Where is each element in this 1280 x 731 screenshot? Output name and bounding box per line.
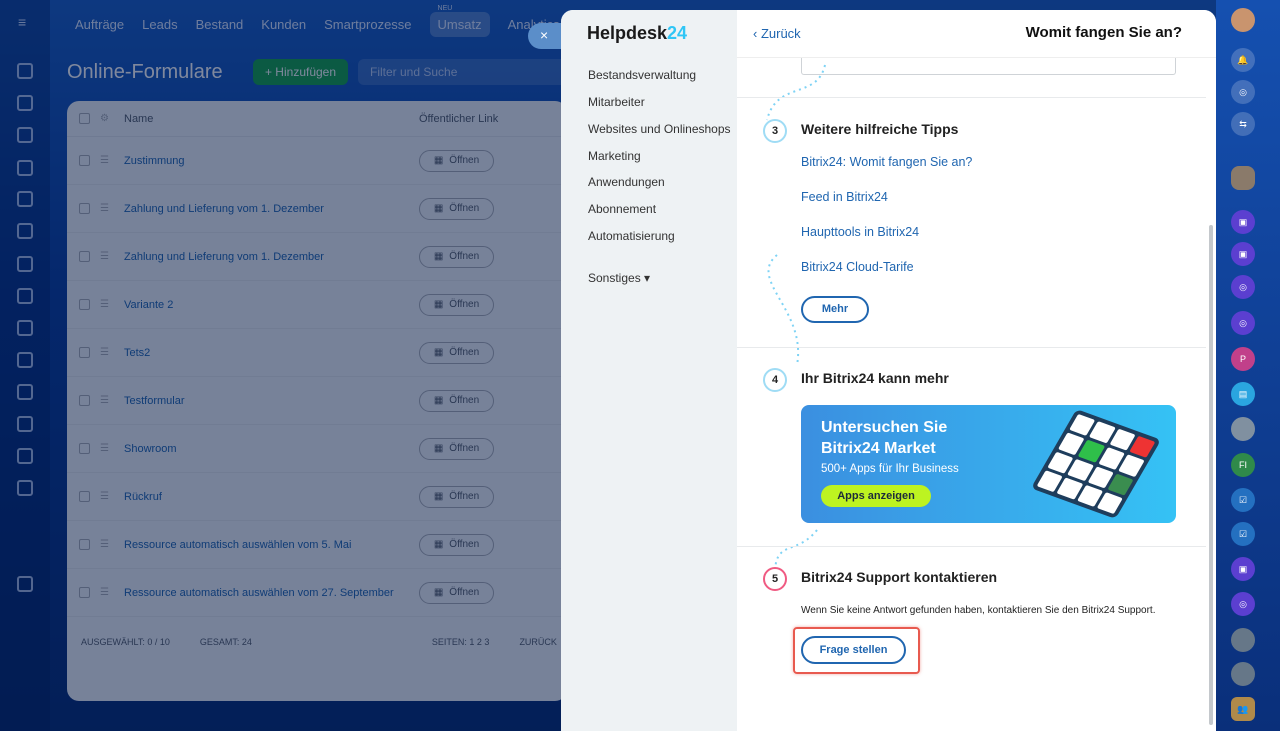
chat-sync-icon[interactable]: ⇆: [1231, 112, 1255, 136]
channel-icon[interactable]: ◎: [1231, 275, 1255, 299]
group-avatar[interactable]: [1231, 417, 1255, 441]
banner-title-line2: Bitrix24 Market: [821, 440, 936, 457]
helpdesk-logo: Helpdesk24: [587, 23, 687, 44]
channel-icon[interactable]: ▣: [1231, 242, 1255, 266]
bell-icon[interactable]: 🔔: [1231, 48, 1255, 72]
step-number: 3: [763, 119, 787, 143]
apps-button[interactable]: Apps anzeigen: [821, 485, 931, 507]
divider: [737, 347, 1206, 348]
banner-subtitle: 500+ Apps für Ihr Business: [821, 463, 959, 475]
banner-title-line1: Untersuchen Sie: [821, 419, 948, 436]
task-icon[interactable]: ☑: [1231, 522, 1255, 546]
helpdesk-content: ‹ Zurück Womit fangen Sie an? 3 Weitere …: [737, 10, 1216, 731]
panel-title: Womit fangen Sie an?: [1025, 24, 1182, 41]
channel-icon[interactable]: ▣: [1231, 210, 1255, 234]
user-avatar[interactable]: [1231, 8, 1255, 32]
scrollbar[interactable]: [1209, 225, 1213, 725]
menu-item[interactable]: Marketing: [588, 149, 733, 163]
header-divider: [737, 57, 1216, 58]
menu-item[interactable]: Websites und Onlineshops: [588, 122, 733, 136]
menu-item[interactable]: Mitarbeiter: [588, 95, 733, 109]
more-button[interactable]: Mehr: [801, 296, 869, 323]
menu-item[interactable]: Bestandsverwaltung: [588, 68, 733, 82]
channel-icon[interactable]: ◎: [1231, 311, 1255, 335]
p-badge[interactable]: P: [1231, 347, 1255, 371]
back-link[interactable]: ‹ Zurück: [753, 26, 801, 41]
divider: [737, 546, 1206, 547]
ask-question-button[interactable]: Frage stellen: [801, 636, 906, 664]
menu-item[interactable]: Anwendungen: [588, 175, 733, 189]
channel-icon[interactable]: ◎: [1231, 592, 1255, 616]
back-label: Zurück: [760, 26, 801, 41]
menu-item[interactable]: Automatisierung: [588, 229, 733, 243]
panel-header: ‹ Zurück Womit fangen Sie an?: [737, 10, 1216, 57]
app-cube-image: [1030, 409, 1162, 519]
users-icon[interactable]: 👥: [1231, 697, 1255, 721]
step-number: 5: [763, 567, 787, 591]
section-title: Bitrix24 Support kontaktieren: [801, 569, 998, 585]
group-avatar[interactable]: [1231, 662, 1255, 686]
help-link[interactable]: Haupttools in Bitrix24: [801, 225, 919, 239]
signal-icon[interactable]: ◎: [1231, 80, 1255, 104]
step-number: 4: [763, 368, 787, 392]
divider: [737, 97, 1206, 98]
section-title: Weitere hilfreiche Tipps: [801, 121, 959, 137]
right-sidebar: 🔔 ◎ ⇆ ▣ ▣ ◎ ◎ P ▤ FI ☑ ☑ ▣ ◎ 👥: [1216, 0, 1280, 731]
logo-text: Helpdesk: [587, 23, 668, 43]
help-link[interactable]: Bitrix24 Cloud-Tarife: [801, 260, 914, 274]
channel-icon[interactable]: ▣: [1231, 557, 1255, 581]
market-banner[interactable]: Untersuchen Sie Bitrix24 Market 500+ Apps…: [801, 405, 1176, 523]
section-title: Ihr Bitrix24 kann mehr: [801, 370, 949, 386]
helpdesk-menu: Helpdesk24 Bestandsverwaltung Mitarbeite…: [561, 10, 737, 731]
task-icon[interactable]: ☑: [1231, 488, 1255, 512]
logo-number: 24: [667, 23, 688, 43]
helpdesk-panel: Helpdesk24 Bestandsverwaltung Mitarbeite…: [561, 10, 1216, 731]
group-avatar[interactable]: [1231, 628, 1255, 652]
banner-title: Untersuchen Sie Bitrix24 Market: [821, 417, 947, 459]
fi-badge[interactable]: FI: [1231, 453, 1255, 477]
menu-item-other[interactable]: Sonstiges ▾: [588, 271, 733, 285]
help-link[interactable]: Feed in Bitrix24: [801, 190, 888, 204]
support-description: Wenn Sie keine Antwort gefunden haben, k…: [801, 605, 1156, 616]
chat-icon[interactable]: ▤: [1231, 382, 1255, 406]
contact-avatar[interactable]: [1231, 166, 1255, 190]
help-link[interactable]: Bitrix24: Womit fangen Sie an?: [801, 155, 972, 169]
menu-item[interactable]: Abonnement: [588, 202, 733, 216]
